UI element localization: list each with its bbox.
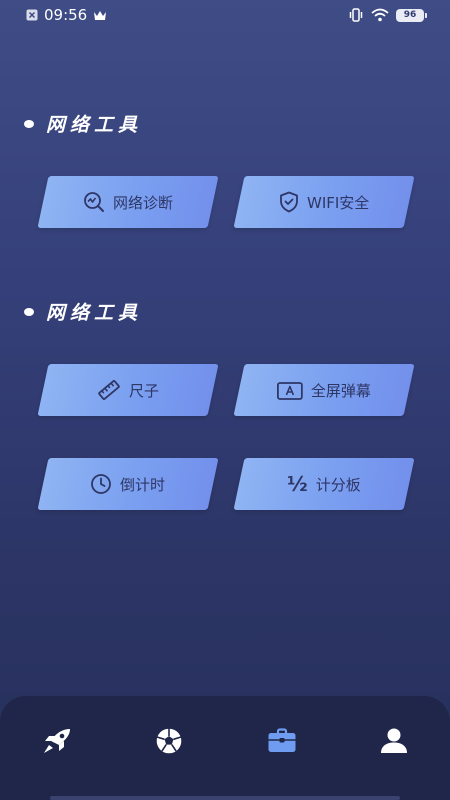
crown-icon [93,10,107,21]
section-title-text: 网络工具 [46,114,143,136]
status-time: 09:56 [44,6,88,24]
nav-item-tools[interactable] [262,726,302,760]
wifi-security-button[interactable]: WIFI安全 [233,176,415,228]
net-diagnose-label: 网络诊断 [112,193,173,212]
scoreboard-button[interactable]: ½ 计分板 [233,458,415,510]
countdown-label: 倒计时 [120,475,166,494]
battery-indicator: 96 [396,8,427,22]
wifi-icon [371,8,389,22]
vibrate-icon [348,8,364,22]
clock-icon [90,473,112,495]
nav-item-profile[interactable] [374,726,414,760]
user-icon [379,727,409,759]
fullscreen-danmaku-button[interactable]: 全屏弹幕 [233,364,415,416]
nav-item-rocket[interactable] [37,726,77,760]
search-chart-icon [83,191,105,213]
ruler-label: 尺子 [128,381,159,400]
scoreboard-label: 计分板 [315,475,361,494]
ruler-icon [97,378,121,402]
net-diagnose-button[interactable]: 网络诊断 [37,176,219,228]
status-left: 09:56 [26,6,107,24]
section-title-text: 网络工具 [46,302,143,324]
nav-item-ball[interactable] [149,726,189,760]
half-fraction-icon: ½ [287,472,308,496]
countdown-button[interactable]: 倒计时 [37,458,219,510]
shield-check-icon [279,191,299,213]
bullet-dot [24,307,34,316]
status-right: 96 [348,8,427,22]
section-title-network-tools-2: 网络工具 [24,298,142,325]
fullscreen-danmaku-label: 全屏弹幕 [310,381,371,400]
bullet-dot [24,119,34,128]
rocket-icon [40,726,74,760]
bottom-nav [0,696,450,800]
wifi-security-label: WIFI安全 [306,193,370,212]
home-indicator [50,796,400,800]
ruler-button[interactable]: 尺子 [37,364,219,416]
section-title-network-tools: 网络工具 [24,110,142,137]
soccer-ball-icon [153,725,185,761]
notification-close-icon [26,9,38,21]
status-bar: 09:56 96 [0,0,450,30]
text-box-icon [277,381,303,399]
briefcase-icon [267,728,297,758]
